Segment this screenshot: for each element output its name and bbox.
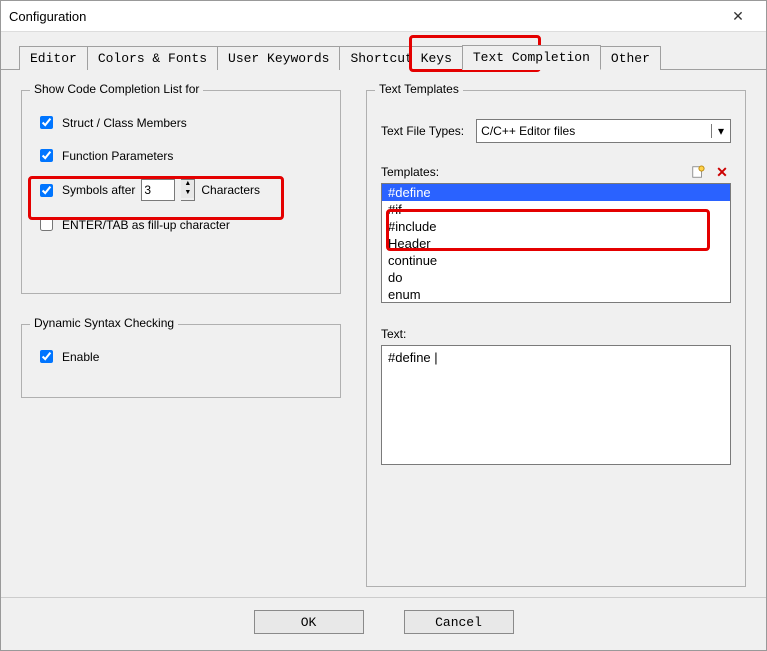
templates-header: Templates: ✕: [381, 163, 731, 181]
template-item[interactable]: #include: [382, 218, 730, 235]
struct-row: Struct / Class Members: [36, 113, 326, 132]
enter-tab-checkbox[interactable]: [40, 218, 53, 231]
tab-text-completion[interactable]: Text Completion: [462, 45, 601, 70]
tab-strip: Editor Colors & Fonts User Keywords Shor…: [1, 32, 766, 70]
code-completion-title: Show Code Completion List for: [30, 82, 203, 96]
symbols-spinner[interactable]: ▲ ▼: [181, 179, 195, 201]
left-column: Show Code Completion List for Struct / C…: [21, 90, 341, 587]
filetype-label: Text File Types:: [381, 124, 464, 138]
tab-shortcut-keys[interactable]: Shortcut Keys: [339, 46, 462, 70]
filetype-select[interactable]: C/C++ Editor files ▾: [476, 119, 731, 143]
window-title: Configuration: [9, 9, 718, 24]
close-icon: ✕: [732, 8, 744, 25]
syntax-enable-row: Enable: [36, 347, 326, 366]
template-item[interactable]: Header: [382, 235, 730, 252]
struct-checkbox[interactable]: [40, 116, 53, 129]
struct-label: Struct / Class Members: [62, 116, 187, 130]
symbols-row: Symbols after ▲ ▼ Characters: [36, 179, 326, 201]
tab-user-keywords[interactable]: User Keywords: [217, 46, 340, 70]
text-label: Text:: [381, 327, 731, 341]
text-templates-title: Text Templates: [375, 82, 463, 96]
text-value: #define |: [388, 350, 438, 365]
templates-list[interactable]: #define #if #include Header continue do …: [381, 183, 731, 303]
code-completion-group: Show Code Completion List for Struct / C…: [21, 90, 341, 294]
new-template-button[interactable]: [689, 163, 707, 181]
template-item[interactable]: do: [382, 269, 730, 286]
delete-icon: ✕: [716, 164, 728, 181]
text-templates-group: Text Templates Text File Types: C/C++ Ed…: [366, 90, 746, 587]
filetype-row: Text File Types: C/C++ Editor files ▾: [381, 119, 731, 143]
template-item[interactable]: #define: [382, 184, 730, 201]
syntax-enable-checkbox[interactable]: [40, 350, 53, 363]
symbols-count-input[interactable]: [141, 179, 175, 201]
template-item[interactable]: #if: [382, 201, 730, 218]
content: Show Code Completion List for Struct / C…: [1, 70, 766, 597]
symbols-checkbox[interactable]: [40, 184, 53, 197]
template-item[interactable]: enum: [382, 286, 730, 303]
syntax-group: Dynamic Syntax Checking Enable: [21, 324, 341, 398]
spin-up-icon: ▲: [181, 180, 194, 189]
close-button[interactable]: ✕: [718, 2, 758, 30]
templates-label: Templates:: [381, 165, 683, 179]
spin-down-icon: ▼: [181, 189, 194, 198]
right-column: Text Templates Text File Types: C/C++ Ed…: [366, 90, 746, 587]
syntax-enable-label: Enable: [62, 350, 99, 364]
ok-button[interactable]: OK: [254, 610, 364, 634]
enter-tab-row: ENTER/TAB as fill-up character: [36, 215, 326, 234]
func-row: Function Parameters: [36, 146, 326, 165]
enter-tab-label: ENTER/TAB as fill-up character: [62, 218, 230, 232]
template-item[interactable]: continue: [382, 252, 730, 269]
tab-other[interactable]: Other: [600, 46, 661, 70]
config-window: Configuration ✕ Editor Colors & Fonts Us…: [0, 0, 767, 651]
delete-template-button[interactable]: ✕: [713, 163, 731, 181]
syntax-title: Dynamic Syntax Checking: [30, 316, 178, 330]
tab-editor[interactable]: Editor: [19, 46, 88, 70]
text-box[interactable]: #define |: [381, 345, 731, 465]
button-row: OK Cancel: [1, 597, 766, 650]
symbols-after-label: Characters: [201, 183, 260, 197]
func-checkbox[interactable]: [40, 149, 53, 162]
symbols-before-label: Symbols after: [62, 183, 135, 197]
filetype-value: C/C++ Editor files: [481, 124, 575, 138]
dropdown-arrow-icon: ▾: [711, 124, 730, 138]
tab-colors-fonts[interactable]: Colors & Fonts: [87, 46, 218, 70]
func-label: Function Parameters: [62, 149, 173, 163]
cancel-button[interactable]: Cancel: [404, 610, 514, 634]
new-template-icon: [691, 165, 705, 179]
titlebar: Configuration ✕: [1, 1, 766, 32]
